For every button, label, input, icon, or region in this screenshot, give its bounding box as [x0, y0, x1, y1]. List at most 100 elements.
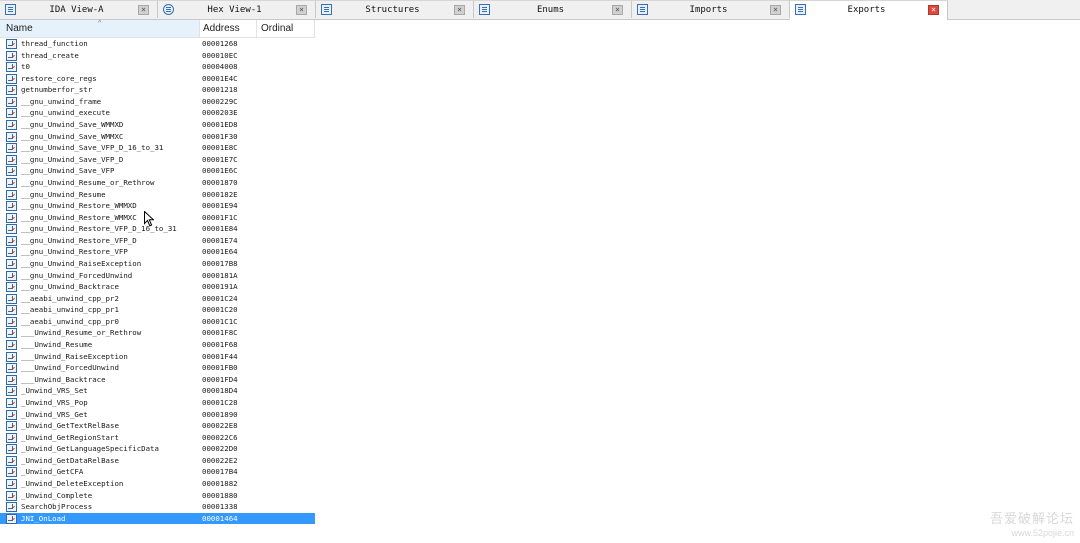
table-row[interactable]: __gnu_Unwind_Save_VFP_D_16_to_31 00001E8C: [0, 142, 315, 154]
tab-imports[interactable]: Imports ×: [632, 0, 790, 18]
table-row[interactable]: __gnu_Unwind_Restore_VFP_D_16_to_31 00001…: [0, 223, 315, 235]
export-entry-icon: [6, 154, 17, 165]
export-name: _Unwind_VRS_Set: [21, 386, 88, 396]
table-row[interactable]: JNI_OnLoad 00001464: [0, 512, 315, 525]
column-header-label: Ordinal: [261, 23, 294, 34]
table-row[interactable]: ___Unwind_Resume_or_Rethrow 00001F8C: [0, 327, 315, 339]
table-row[interactable]: __gnu_Unwind_RaiseException 000017B8: [0, 258, 315, 270]
table-row[interactable]: __aeabi_unwind_cpp_pr0 00001C1C: [0, 316, 315, 328]
table-row[interactable]: SearchObjProcess 00001338: [0, 501, 315, 513]
tab-hex-view-1[interactable]: Hex View-1 ×: [158, 0, 316, 18]
table-row[interactable]: __gnu_Unwind_Restore_WMMXD 00001E94: [0, 200, 315, 212]
table-row[interactable]: __gnu_Unwind_Restore_VFP_D 00001E74: [0, 235, 315, 247]
tab-label: IDA View-A: [49, 5, 104, 15]
table-row[interactable]: ___Unwind_Resume 00001F68: [0, 339, 315, 351]
export-entry-icon: [6, 351, 17, 362]
export-name: ___Unwind_Resume_or_Rethrow: [21, 328, 142, 338]
export-address: 000022E2: [202, 455, 238, 465]
table-row[interactable]: getnumberfor_str 00001218: [0, 84, 315, 96]
table-row[interactable]: _Unwind_VRS_Set 000018D4: [0, 385, 315, 397]
export-address: 00001268: [202, 39, 238, 48]
table-row[interactable]: __aeabi_unwind_cpp_pr2 00001C24: [0, 293, 315, 305]
export-entry-icon: [6, 513, 17, 524]
close-icon[interactable]: ×: [296, 5, 307, 15]
export-address: 00001C1C: [202, 316, 238, 326]
table-row[interactable]: __gnu_Unwind_Save_WMMXC 00001F30: [0, 131, 315, 143]
table-row[interactable]: ___Unwind_Backtrace 00001FD4: [0, 374, 315, 386]
column-header-ordinal[interactable]: Ordinal: [257, 20, 315, 37]
export-entry-icon: [6, 270, 17, 281]
table-row[interactable]: __gnu_Unwind_Save_VFP 00001E6C: [0, 165, 315, 177]
table-row[interactable]: __gnu_unwind_execute 0000203E: [0, 107, 315, 119]
export-entry-icon: [6, 96, 17, 107]
export-entry-icon: [6, 316, 17, 327]
table-row[interactable]: _Unwind_GetTextRelBase 000022E8: [0, 420, 315, 432]
table-row[interactable]: _Unwind_GetDataRelBase 000022E2: [0, 455, 315, 467]
table-row[interactable]: _Unwind_Complete 00001880: [0, 490, 315, 502]
table-row[interactable]: __gnu_Unwind_Save_WMMXD 00001ED8: [0, 119, 315, 131]
table-row[interactable]: __gnu_Unwind_ForcedUnwind 0000181A: [0, 270, 315, 282]
export-address: 00001E84: [202, 224, 238, 234]
table-row[interactable]: ___Unwind_ForcedUnwind 00001FB0: [0, 362, 315, 374]
export-entry-icon: [6, 120, 17, 131]
export-entry-icon: [6, 131, 17, 142]
tab-ida-view-a[interactable]: IDA View-A ×: [0, 0, 158, 18]
column-header-label: Name: [6, 23, 33, 34]
close-icon[interactable]: ×: [928, 5, 939, 15]
export-entry-icon: [6, 374, 17, 385]
export-address: 0000229C: [202, 96, 238, 106]
tab-enums[interactable]: Enums ×: [474, 0, 632, 18]
sort-ascending-icon: ^: [98, 20, 102, 27]
export-name: __gnu_Unwind_Save_WMMXC: [21, 131, 124, 141]
export-address: 00004008: [202, 62, 238, 72]
export-entry-icon: [6, 282, 17, 293]
export-address: 00001F68: [202, 340, 238, 350]
close-icon[interactable]: ×: [770, 5, 781, 15]
export-name: __gnu_Unwind_Save_VFP_D: [21, 154, 124, 164]
export-address: 0000181A: [202, 270, 238, 280]
table-row[interactable]: __gnu_Unwind_Backtrace 0000191A: [0, 281, 315, 293]
export-address: 00001E94: [202, 201, 238, 211]
table-row[interactable]: restore_core_regs 00001E4C: [0, 73, 315, 85]
export-name: _Unwind_VRS_Get: [21, 409, 88, 419]
export-name: __gnu_Unwind_Save_WMMXD: [21, 120, 124, 130]
table-row[interactable]: __gnu_unwind_frame 0000229C: [0, 96, 315, 108]
table-row[interactable]: _Unwind_VRS_Get 00001890: [0, 409, 315, 421]
export-entry-icon: [6, 39, 17, 49]
close-icon[interactable]: ×: [454, 5, 465, 15]
table-row[interactable]: __aeabi_unwind_cpp_pr1 00001C20: [0, 304, 315, 316]
table-row[interactable]: _Unwind_GetLanguageSpecificData 000022D0: [0, 443, 315, 455]
table-row[interactable]: _Unwind_DeleteException 00001882: [0, 478, 315, 490]
column-header-address[interactable]: Address: [200, 20, 257, 37]
close-icon[interactable]: ×: [138, 5, 149, 15]
table-row[interactable]: ___Unwind_RaiseException 00001F44: [0, 351, 315, 363]
table-row[interactable]: thread_create 000010EC: [0, 50, 315, 62]
table-row[interactable]: __gnu_Unwind_Save_VFP_D 00001E7C: [0, 154, 315, 166]
close-icon[interactable]: ×: [612, 5, 623, 15]
tab-exports[interactable]: Exports ×: [790, 0, 948, 20]
export-entry-icon: [6, 224, 17, 235]
table-row[interactable]: _Unwind_GetCFA 000017B4: [0, 466, 315, 478]
export-address: 00001E7C: [202, 154, 238, 164]
table-row[interactable]: __gnu_Unwind_Resume_or_Rethrow 00001870: [0, 177, 315, 189]
table-row[interactable]: __gnu_Unwind_Restore_VFP 00001E64: [0, 246, 315, 258]
table-row[interactable]: __gnu_Unwind_Resume 0000182E: [0, 189, 315, 201]
export-name: __gnu_Unwind_ForcedUnwind: [21, 270, 133, 280]
column-header-name[interactable]: Name ^: [0, 20, 200, 37]
export-entry-icon: [6, 212, 17, 223]
table-row[interactable]: _Unwind_GetRegionStart 000022C6: [0, 432, 315, 444]
export-name: _Unwind_GetRegionStart: [21, 432, 119, 442]
export-entry-icon: [6, 502, 17, 513]
tab-structures[interactable]: Structures ×: [316, 0, 474, 18]
export-address: 00001F44: [202, 351, 238, 361]
tab-label: Hex View-1: [207, 5, 262, 15]
table-row[interactable]: __gnu_Unwind_Restore_WMMXC 00001F1C: [0, 212, 315, 224]
list-header: Name ^ Address Ordinal: [0, 20, 315, 38]
table-row[interactable]: thread_function 00001268: [0, 38, 315, 50]
table-row[interactable]: t0 00004008: [0, 61, 315, 73]
export-name: _Unwind_VRS_Pop: [21, 397, 88, 407]
table-row[interactable]: _Unwind_VRS_Pop 00001C28: [0, 397, 315, 409]
export-address: 000022D0: [202, 444, 238, 454]
export-address: 00001E8C: [202, 143, 238, 153]
export-entry-icon: [6, 108, 17, 119]
